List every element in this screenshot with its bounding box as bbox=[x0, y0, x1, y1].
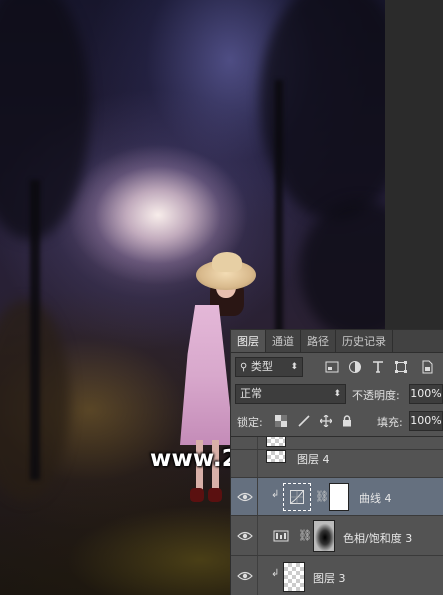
layer-name: 图层 3 bbox=[313, 572, 346, 585]
curves-adjustment-icon[interactable] bbox=[283, 483, 311, 511]
dark-tree-left bbox=[0, 0, 90, 240]
layer-row[interactable] bbox=[231, 437, 443, 450]
link-icon[interactable]: ⛓ bbox=[298, 529, 312, 542]
smart-object-filter-icon[interactable] bbox=[420, 360, 434, 374]
layer-name: 色相/饱和度 3 bbox=[343, 532, 413, 545]
visibility-slot bbox=[257, 556, 258, 595]
hue-saturation-adjustment-icon[interactable] bbox=[273, 528, 289, 544]
eye-icon[interactable] bbox=[237, 570, 253, 582]
layer-name: 曲线 4 bbox=[359, 492, 392, 505]
lock-paint-icon[interactable] bbox=[298, 415, 310, 427]
tab-channels[interactable]: 通道 bbox=[266, 330, 301, 352]
lock-transparent-icon[interactable] bbox=[275, 415, 287, 427]
filter-row: ⚲ 类型 ⬍ bbox=[231, 356, 443, 380]
lock-move-icon[interactable] bbox=[320, 415, 332, 427]
visibility-slot bbox=[257, 478, 258, 515]
tree-trunk bbox=[275, 80, 283, 340]
filter-kind-label: 类型 bbox=[250, 360, 273, 373]
fill-field[interactable]: 100% bbox=[409, 411, 443, 431]
clipping-arrow-icon: ↲ bbox=[271, 568, 280, 579]
eye-icon[interactable] bbox=[237, 491, 253, 503]
blend-row: 正常 ⬍ 不透明度: 100% bbox=[231, 383, 443, 407]
chevron-down-icon: ⬍ bbox=[333, 389, 341, 399]
opacity-label: 不透明度: bbox=[352, 389, 400, 402]
canvas-edge bbox=[385, 0, 443, 330]
layer-thumbnail bbox=[266, 437, 286, 447]
blend-mode-select[interactable]: 正常 ⬍ bbox=[235, 384, 346, 404]
visibility-slot bbox=[257, 516, 258, 555]
shape-filter-icon[interactable] bbox=[394, 360, 408, 374]
layer-row-hue-saturation3[interactable]: ⛓ 色相/饱和度 3 bbox=[231, 516, 443, 556]
search-icon: ⚲ bbox=[240, 362, 248, 373]
pink-dress bbox=[180, 305, 234, 445]
shoe bbox=[208, 488, 222, 502]
tab-paths[interactable]: 路径 bbox=[301, 330, 336, 352]
blend-mode-value: 正常 bbox=[240, 387, 262, 400]
visibility-slot[interactable] bbox=[257, 437, 258, 449]
layer-mask-thumbnail[interactable] bbox=[329, 483, 349, 511]
eye-icon[interactable] bbox=[237, 530, 253, 542]
layer-thumbnail bbox=[283, 562, 305, 592]
lock-all-icon[interactable] bbox=[341, 415, 353, 427]
layer-row-layer3[interactable]: ↲ 图层 3 bbox=[231, 556, 443, 595]
layer-thumbnail bbox=[266, 450, 286, 463]
layer-name: 图层 4 bbox=[297, 453, 330, 466]
layer-row-layer4[interactable]: 图层 4 bbox=[231, 450, 443, 478]
layers-list: 图层 4 ↲ ⛓ 曲线 4 ⛓ 色相/饱和度 3 ↲ 图层 3 bbox=[231, 436, 443, 595]
lock-label: 锁定: bbox=[237, 416, 263, 429]
lock-row: 锁定: 填充: 100% bbox=[231, 410, 443, 434]
layer-row-curves4[interactable]: ↲ ⛓ 曲线 4 bbox=[231, 478, 443, 516]
chevron-down-icon: ⬍ bbox=[290, 362, 298, 372]
hat-crown bbox=[212, 252, 242, 272]
panel-tabs: 图层 通道 路径 历史记录 bbox=[231, 330, 443, 353]
tab-history[interactable]: 历史记录 bbox=[336, 330, 393, 352]
layer-mask-thumbnail[interactable] bbox=[313, 520, 335, 552]
tree-trunk bbox=[30, 180, 40, 480]
type-filter-icon[interactable] bbox=[371, 360, 385, 374]
opacity-field[interactable]: 100% bbox=[409, 384, 443, 404]
pixel-filter-icon[interactable] bbox=[325, 360, 339, 374]
filter-kind-select[interactable]: ⚲ 类型 ⬍ bbox=[235, 357, 303, 377]
clipping-arrow-icon: ↲ bbox=[271, 489, 280, 500]
shoe bbox=[190, 488, 204, 502]
layers-panel: 图层 通道 路径 历史记录 ⚲ 类型 ⬍ 正常 ⬍ 不透明度: 100% 锁定:… bbox=[230, 329, 443, 595]
fill-label: 填充: bbox=[377, 416, 403, 429]
tab-layers[interactable]: 图层 bbox=[231, 330, 266, 352]
link-icon[interactable]: ⛓ bbox=[315, 490, 329, 503]
visibility-slot[interactable] bbox=[257, 450, 258, 477]
adjustment-filter-icon[interactable] bbox=[348, 360, 362, 374]
